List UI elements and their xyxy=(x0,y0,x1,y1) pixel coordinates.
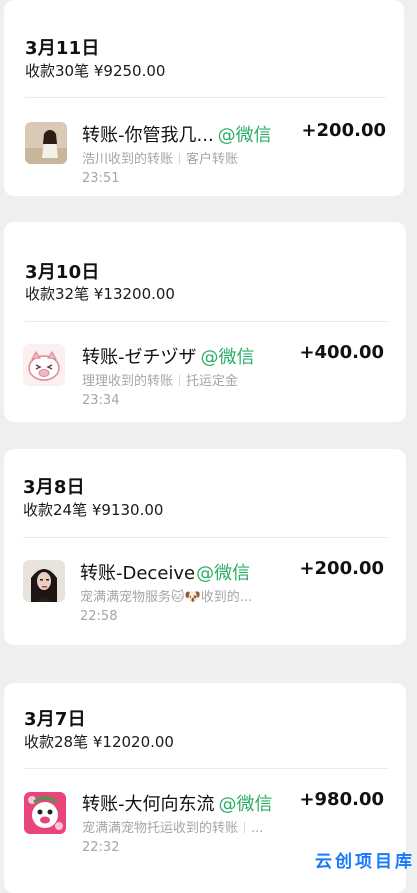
day-card-mar10: 3月10日 收款32笔 ¥13200.00 转账-ゼチヅザ @微信 +400.00… xyxy=(4,222,406,422)
transaction-item[interactable]: 转账-大何向东流 @微信 +980.00 宠满满宠物托运收到的转账... 22:3… xyxy=(4,781,406,855)
day-summary: 收款32笔 ¥13200.00 xyxy=(25,285,175,303)
source-tag: @微信 xyxy=(217,125,272,146)
day-summary: 收款28笔 ¥12020.00 xyxy=(24,733,174,751)
day-date: 3月7日 xyxy=(24,709,86,730)
transaction-amount: +980.00 xyxy=(299,789,384,810)
transaction-time: 22:32 xyxy=(82,840,120,855)
day-date: 3月10日 xyxy=(25,262,100,283)
transaction-subtitle: 浩川收到的转账 客户转账 xyxy=(82,148,238,167)
transaction-subtitle: 宠满满宠物托运收到的转账... xyxy=(82,817,263,836)
cartoon-character-icon xyxy=(24,792,66,834)
transaction-item[interactable]: 转账-ゼチヅザ @微信 +400.00 理理收到的转账 托运定金 23:34 xyxy=(4,334,406,408)
transaction-subtitle: 理理收到的转账 托运定金 xyxy=(82,370,238,389)
transaction-title: 转账-大何向东流 xyxy=(82,794,215,815)
transaction-title: 转账-ゼチヅザ xyxy=(82,347,197,368)
separator xyxy=(179,153,181,164)
transaction-item[interactable]: 转账-你管我几... @微信 +200.00 浩川收到的转账 客户转账 23:51 xyxy=(4,112,404,186)
subtitle-main: 浩川收到的转账 xyxy=(82,152,174,167)
divider xyxy=(25,97,386,98)
subtitle-extra: 客户转账 xyxy=(186,152,239,167)
divider xyxy=(24,768,388,769)
subtitle-main: 宠满满宠物服务🐱🐶收到的... xyxy=(80,590,253,605)
transaction-title-line: 转账-ゼチヅザ @微信 xyxy=(82,343,255,369)
day-date: 3月11日 xyxy=(25,38,100,59)
source-tag: @微信 xyxy=(200,347,255,368)
transaction-subtitle: 宠满满宠物服务🐱🐶收到的... xyxy=(80,586,252,605)
divider xyxy=(25,321,388,322)
source-tag: @微信 xyxy=(196,563,251,584)
transaction-title-line: 转账-大何向东流 @微信 xyxy=(82,790,273,816)
transaction-amount: +200.00 xyxy=(299,558,384,579)
transaction-item[interactable]: 转账-Deceive@微信 +200.00 宠满满宠物服务🐱🐶收到的... 22… xyxy=(4,550,406,624)
subtitle-main: 理理收到的转账 xyxy=(82,374,174,389)
watermark-text: 云创项目库 xyxy=(315,852,415,872)
subtitle-extra: ... xyxy=(251,821,264,836)
subtitle-main: 宠满满宠物托运收到的转账 xyxy=(82,821,239,836)
girl-photo-icon xyxy=(25,122,67,164)
transaction-amount: +400.00 xyxy=(299,342,384,363)
subtitle-extra: 托运定金 xyxy=(186,374,239,389)
source-tag: @微信 xyxy=(218,794,273,815)
transaction-title-line: 转账-你管我几... @微信 xyxy=(82,121,272,147)
transaction-title: 转账-Deceive xyxy=(80,563,196,584)
day-summary: 收款24笔 ¥9130.00 xyxy=(23,501,164,519)
day-summary: 收款30笔 ¥9250.00 xyxy=(25,62,166,80)
separator xyxy=(244,822,246,833)
transaction-time: 22:58 xyxy=(80,609,118,624)
transaction-title: 转账-你管我几... xyxy=(82,125,214,146)
day-date: 3月8日 xyxy=(23,477,85,498)
woman-portrait-icon xyxy=(23,560,65,602)
transaction-time: 23:51 xyxy=(82,171,120,186)
transaction-amount: +200.00 xyxy=(301,120,386,141)
transaction-title-line: 转账-Deceive@微信 xyxy=(80,559,250,585)
divider xyxy=(23,537,388,538)
cartoon-pig-icon xyxy=(23,344,65,386)
separator xyxy=(179,375,181,386)
day-card-mar11: 3月11日 收款30笔 ¥9250.00 转账-你管我几... @微信 +200.… xyxy=(4,0,404,196)
day-card-mar8: 3月8日 收款24笔 ¥9130.00 转账-Deceive@微信 +200.0… xyxy=(4,449,406,645)
transaction-time: 23:34 xyxy=(82,393,120,408)
